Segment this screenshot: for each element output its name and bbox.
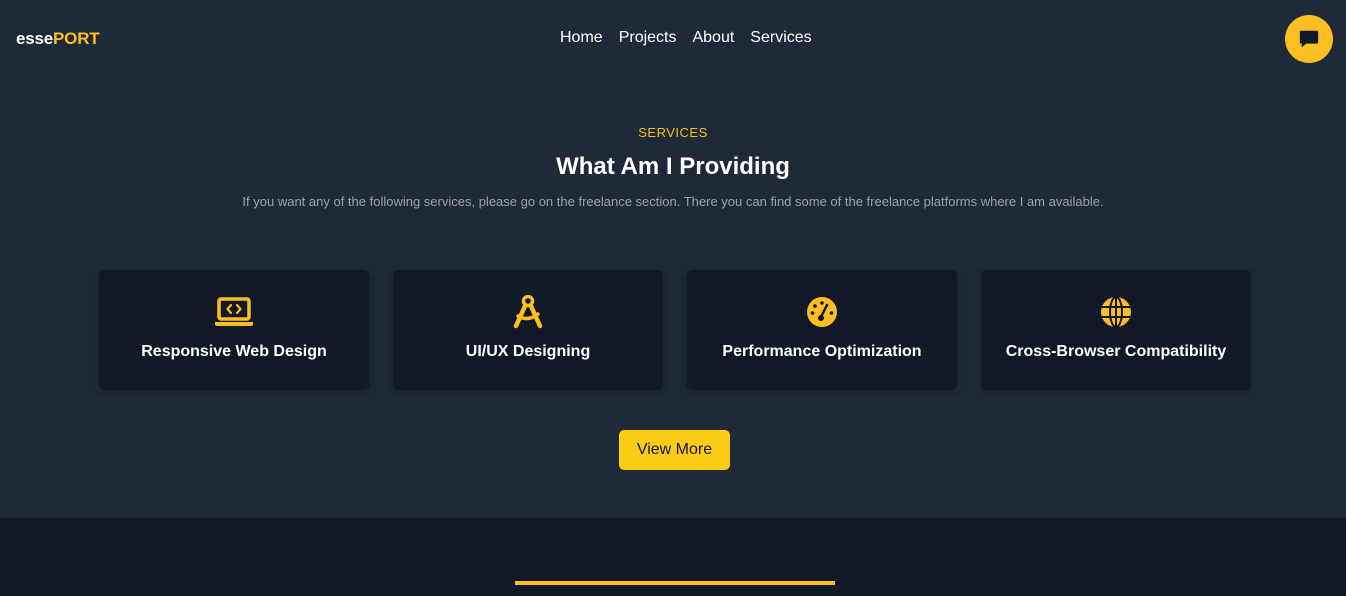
logo-text-accent: PORT — [53, 29, 100, 48]
service-cards: Responsive Web Design UI/UX Designing Pe… — [99, 270, 1251, 390]
nav-about[interactable]: About — [692, 29, 734, 47]
nav-projects[interactable]: Projects — [619, 29, 677, 47]
logo-text-main: esse — [16, 29, 54, 48]
globe-icon — [1096, 294, 1136, 330]
site-header: essePORT Home Projects About Services — [0, 0, 1346, 80]
service-card-uiux[interactable]: UI/UX Designing — [393, 270, 663, 390]
chat-bubble-icon — [1299, 30, 1319, 48]
compass-drafting-icon — [508, 294, 548, 330]
main-nav: Home Projects About Services — [560, 29, 812, 47]
section-eyebrow: SERVICES — [638, 125, 708, 140]
next-section — [0, 518, 1346, 596]
service-card-performance[interactable]: Performance Optimization — [687, 270, 957, 390]
nav-services[interactable]: Services — [750, 29, 811, 47]
service-card-label: Responsive Web Design — [141, 343, 327, 360]
chat-button[interactable] — [1285, 15, 1333, 63]
logo[interactable]: essePORT — [16, 29, 100, 49]
service-card-cross-browser[interactable]: Cross-Browser Compatibility — [981, 270, 1251, 390]
gauge-icon — [802, 294, 842, 330]
section-title: What Am I Providing — [556, 153, 790, 180]
service-card-label: Cross-Browser Compatibility — [1005, 343, 1227, 360]
nav-home[interactable]: Home — [560, 29, 603, 47]
laptop-code-icon — [214, 294, 254, 330]
service-card-label: Performance Optimization — [722, 343, 922, 360]
service-card-responsive[interactable]: Responsive Web Design — [99, 270, 369, 390]
section-divider-line — [515, 581, 835, 585]
view-more-button[interactable]: View More — [619, 430, 730, 470]
section-description: If you want any of the following service… — [242, 194, 1104, 209]
service-card-label: UI/UX Designing — [465, 343, 591, 360]
services-section: SERVICES What Am I Providing If you want… — [0, 80, 1346, 518]
